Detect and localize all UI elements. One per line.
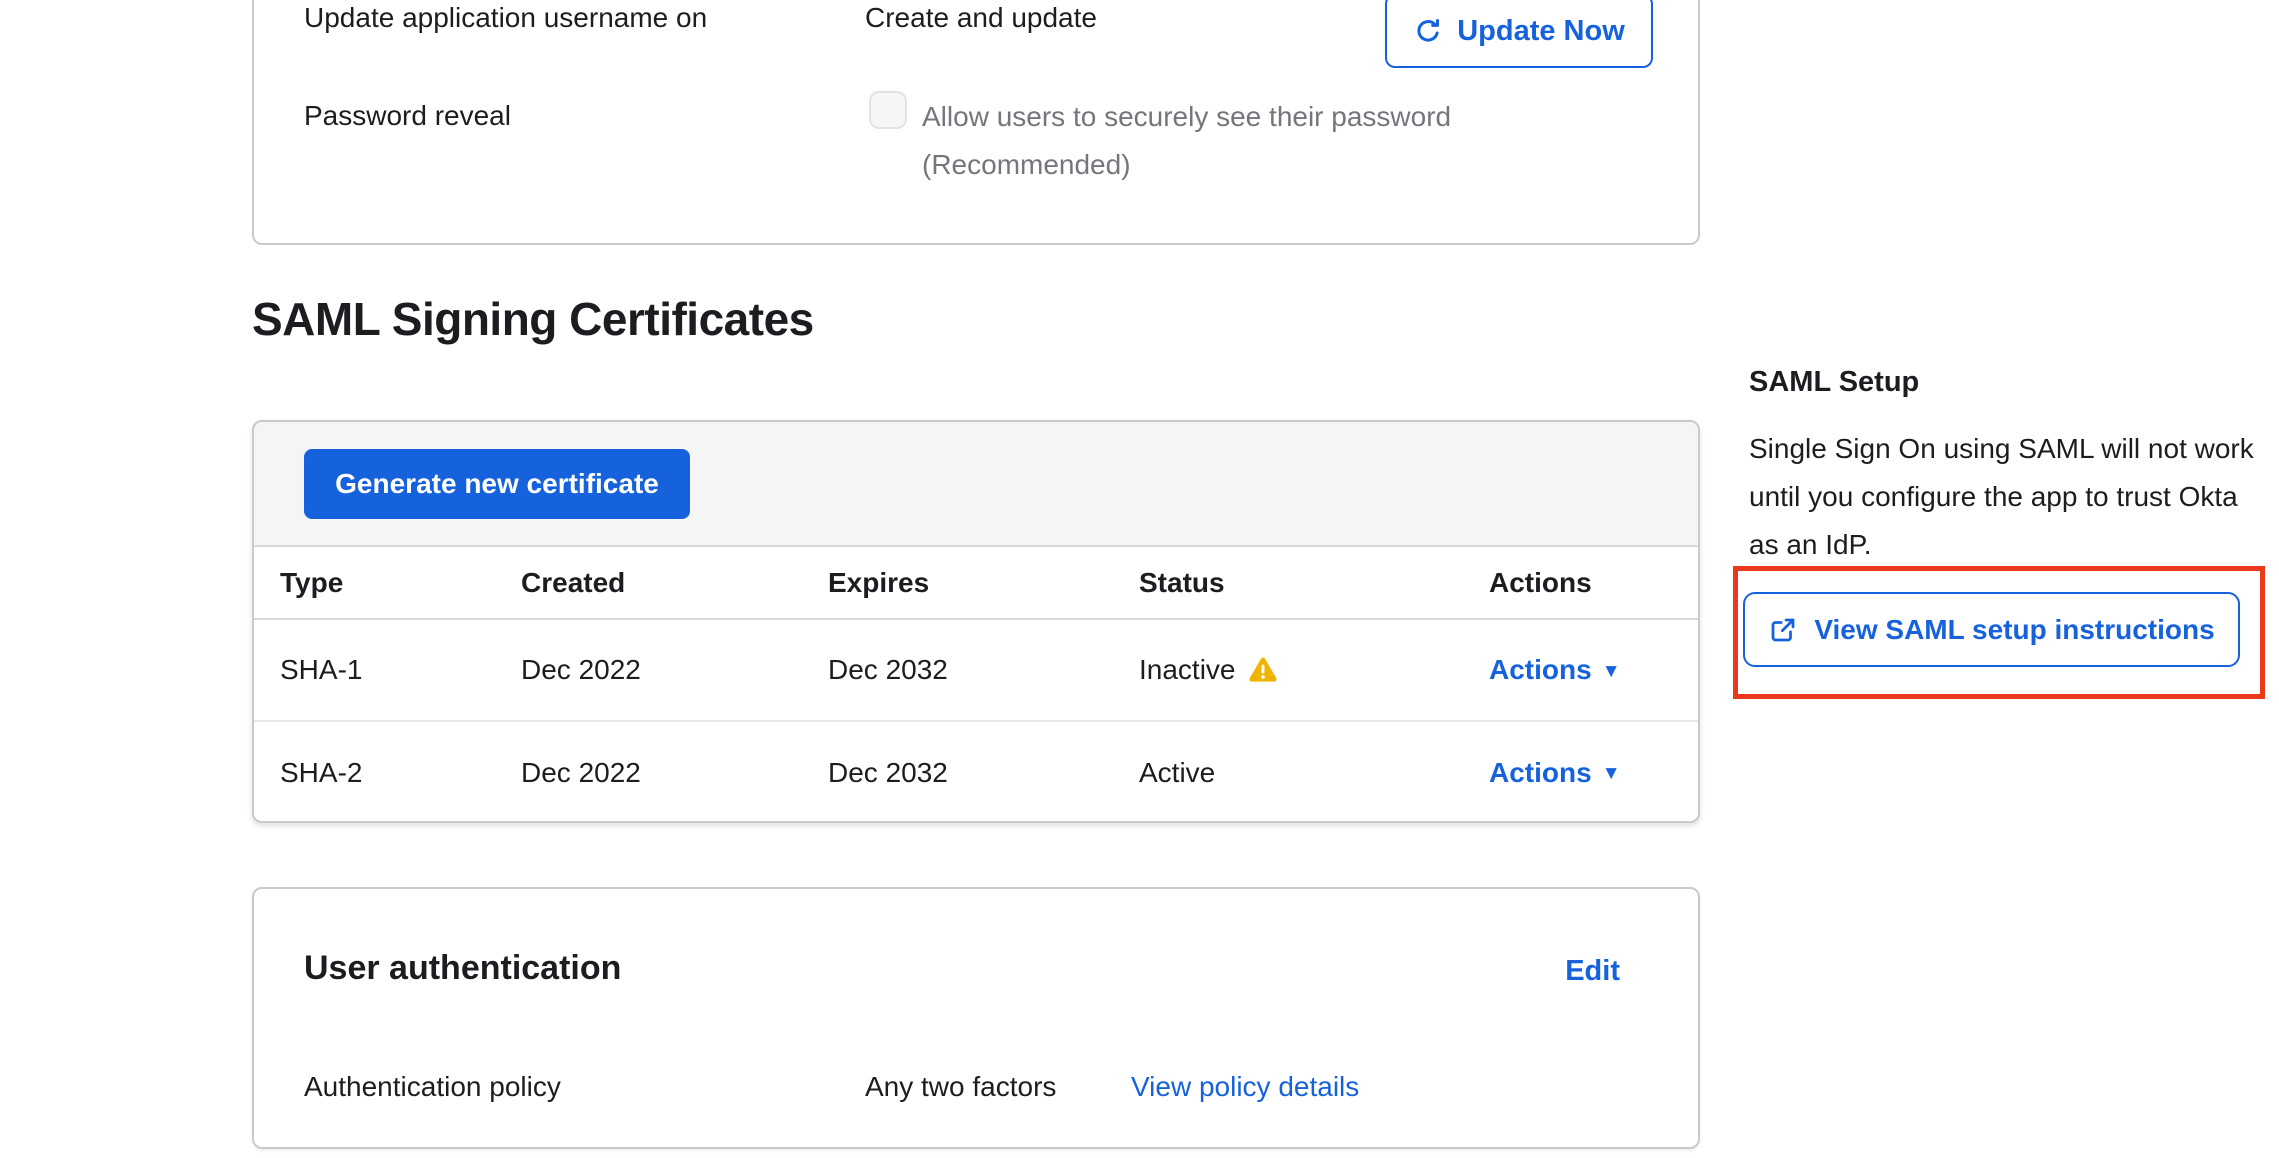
status-text: Inactive <box>1139 654 1236 686</box>
saml-certificates-card: Generate new certificate Type Created Ex… <box>252 420 1700 823</box>
password-reveal-checkbox[interactable] <box>869 91 907 129</box>
username-update-label: Update application username on <box>304 2 707 34</box>
edit-link[interactable]: Edit <box>1565 955 1620 988</box>
external-link-icon <box>1768 615 1798 645</box>
actions-dropdown[interactable]: Actions ▼ <box>1489 757 1621 789</box>
saml-signing-certificates-heading: SAML Signing Certificates <box>252 292 814 346</box>
cell-expires: Dec 2032 <box>802 721 1113 823</box>
user-authentication-title: User authentication <box>304 949 621 988</box>
cell-type: SHA-2 <box>254 721 495 823</box>
cell-status: Active <box>1113 721 1463 823</box>
actions-label: Actions <box>1489 654 1592 686</box>
certificates-table: Type Created Expires Status Actions SHA-… <box>254 547 1700 823</box>
password-reveal-label: Password reveal <box>304 100 511 132</box>
saml-setup-heading: SAML Setup <box>1749 366 1919 399</box>
view-policy-details-link[interactable]: View policy details <box>1131 1071 1359 1103</box>
view-saml-setup-instructions-label: View SAML setup instructions <box>1814 614 2214 646</box>
cell-created: Dec 2022 <box>495 619 802 721</box>
warning-icon <box>1248 657 1278 684</box>
authentication-policy-label: Authentication policy <box>304 1071 561 1103</box>
cell-expires: Dec 2032 <box>802 619 1113 721</box>
certificates-card-header: Generate new certificate <box>254 422 1698 547</box>
update-now-label: Update Now <box>1457 15 1625 48</box>
update-now-button[interactable]: Update Now <box>1385 0 1653 68</box>
caret-down-icon: ▼ <box>1602 764 1621 783</box>
refresh-icon <box>1413 16 1443 46</box>
cell-status: Inactive <box>1113 619 1463 721</box>
column-header-actions: Actions <box>1463 547 1700 619</box>
user-authentication-card: User authentication Edit Authentication … <box>252 887 1700 1149</box>
app-settings-card: Update application username on Create an… <box>252 0 1700 245</box>
column-header-created: Created <box>495 547 802 619</box>
cell-actions: Actions ▼ <box>1463 619 1700 721</box>
saml-setup-description: Single Sign On using SAML will not work … <box>1749 425 2261 569</box>
authentication-policy-value: Any two factors <box>865 1071 1056 1103</box>
username-update-value: Create and update <box>865 2 1097 34</box>
caret-down-icon: ▼ <box>1602 662 1621 681</box>
password-reveal-checkbox-label: Allow users to securely see their passwo… <box>922 93 1562 189</box>
view-saml-setup-instructions-button[interactable]: View SAML setup instructions <box>1743 592 2240 667</box>
column-header-status: Status <box>1113 547 1463 619</box>
cell-type: SHA-1 <box>254 619 495 721</box>
table-row: SHA-2 Dec 2022 Dec 2032 Active Actions ▼ <box>254 721 1700 823</box>
table-row: SHA-1 Dec 2022 Dec 2032 Inactive <box>254 619 1700 721</box>
actions-dropdown[interactable]: Actions ▼ <box>1489 654 1621 686</box>
actions-label: Actions <box>1489 757 1592 789</box>
generate-new-certificate-button[interactable]: Generate new certificate <box>304 449 690 519</box>
column-header-type: Type <box>254 547 495 619</box>
status-text: Active <box>1139 757 1215 789</box>
column-header-expires: Expires <box>802 547 1113 619</box>
cell-created: Dec 2022 <box>495 721 802 823</box>
cell-actions: Actions ▼ <box>1463 721 1700 823</box>
certificates-table-header-row: Type Created Expires Status Actions <box>254 547 1700 619</box>
